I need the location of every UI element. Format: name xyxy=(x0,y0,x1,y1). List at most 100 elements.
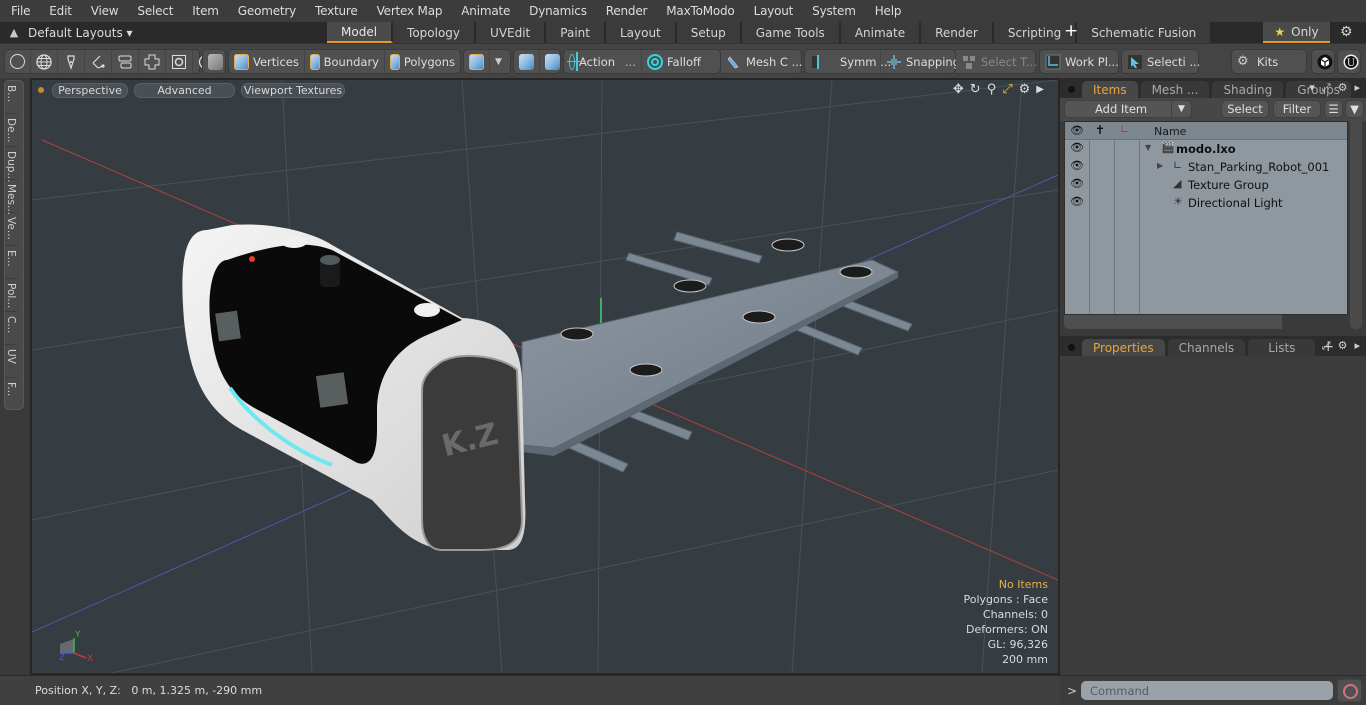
loop-select-button[interactable] xyxy=(166,50,193,73)
move-view-icon[interactable]: ✥ xyxy=(953,82,964,97)
menu-geometry[interactable]: Geometry xyxy=(227,4,304,18)
vertices-mode-button[interactable]: Vertices xyxy=(229,50,305,73)
menu-dynamics[interactable]: Dynamics xyxy=(518,4,595,18)
record-macro-button[interactable] xyxy=(1337,679,1362,702)
visibility-eye-icon[interactable]: 👁 xyxy=(1070,141,1084,154)
boundary-mode-button[interactable]: Boundary xyxy=(305,50,385,73)
pen-tool-button[interactable] xyxy=(58,50,85,73)
material-mode-button[interactable] xyxy=(464,50,490,73)
shading-mode-button[interactable]: Advanced xyxy=(134,82,235,98)
pivot-button[interactable] xyxy=(514,50,540,73)
side-tab[interactable]: Ve... xyxy=(5,213,17,246)
tab-paint[interactable]: Paint xyxy=(546,22,606,43)
kits-button[interactable]: ⚙ Kits xyxy=(1232,50,1283,73)
tab-setup[interactable]: Setup xyxy=(676,22,742,43)
center-button[interactable] xyxy=(540,50,565,73)
tab-schematic-fusion[interactable]: Schematic Fusion xyxy=(1077,22,1213,43)
selection-sets-button[interactable]: Selecti ... xyxy=(1122,50,1205,73)
scene-canvas[interactable]: K.Z Y X Z xyxy=(32,80,1058,673)
visibility-eye-icon[interactable]: 👁 xyxy=(1070,159,1084,172)
falloff-button[interactable]: Falloff xyxy=(642,50,720,73)
menu-edit[interactable]: Edit xyxy=(38,4,79,18)
item-mode-button[interactable] xyxy=(203,50,228,73)
tab-channels[interactable]: Channels xyxy=(1167,339,1246,356)
tab-shading[interactable]: Shading xyxy=(1212,81,1284,98)
side-tab[interactable]: C... xyxy=(5,312,17,345)
menu-item[interactable]: Item xyxy=(181,4,227,18)
tab-model[interactable]: Model xyxy=(327,22,394,43)
item-tree-hscroll[interactable] xyxy=(1064,315,1282,329)
menu-select[interactable]: Select xyxy=(126,4,181,18)
side-tab[interactable]: De... xyxy=(5,114,17,147)
tab-mesh-ops[interactable]: Mesh ... xyxy=(1140,81,1210,98)
viewport-more-icon[interactable]: ▶ xyxy=(1036,84,1044,97)
tab-animate[interactable]: Animate xyxy=(840,22,922,43)
only-toggle-button[interactable]: ★ Only xyxy=(1263,22,1330,43)
menu-help[interactable]: Help xyxy=(864,4,910,18)
side-tab[interactable]: UV xyxy=(5,345,17,378)
3d-viewport[interactable]: K.Z Y X Z Perspective Advanced Viewport … xyxy=(30,78,1060,675)
funnel-filter-button[interactable]: ▼ xyxy=(1345,100,1364,118)
side-tab[interactable]: B... xyxy=(5,81,17,114)
material-mode-dropdown[interactable]: ▼ xyxy=(490,50,507,73)
gear-icon[interactable]: ⚙ xyxy=(1340,24,1353,40)
menu-layout[interactable]: Layout xyxy=(743,4,802,18)
menu-vertex-map[interactable]: Vertex Map xyxy=(366,4,451,18)
side-tab[interactable]: Dup... xyxy=(5,147,17,182)
expand-arrow-icon[interactable]: ▼ xyxy=(1145,143,1151,152)
name-column-header[interactable]: Name xyxy=(1154,125,1186,138)
tree-item[interactable]: 👁 ▼ 🎬 modo.lxo xyxy=(1065,140,1347,158)
menu-render[interactable]: Render xyxy=(595,4,656,18)
unity-button[interactable] xyxy=(1312,50,1338,73)
menu-view[interactable]: View xyxy=(80,4,127,18)
side-tab[interactable]: Pol... xyxy=(5,279,17,312)
viewport-textures-button[interactable]: Viewport Textures xyxy=(241,82,345,98)
menu-texture[interactable]: Texture xyxy=(304,4,366,18)
command-input[interactable]: Command xyxy=(1081,681,1333,700)
select-circle-button[interactable] xyxy=(5,50,31,73)
lasso-tool-button[interactable] xyxy=(85,50,112,73)
select-sphere-button[interactable] xyxy=(31,50,58,73)
polygons-mode-button[interactable]: Polygons xyxy=(385,50,460,73)
panel-more-icon[interactable]: ▸ xyxy=(1354,81,1360,95)
menu-system[interactable]: System xyxy=(801,4,864,18)
visibility-eye-icon[interactable]: 👁 xyxy=(1070,177,1084,190)
properties-more-icon[interactable]: ▸ xyxy=(1354,339,1360,353)
filter-button[interactable]: Filter xyxy=(1273,100,1321,118)
visibility-column-icon[interactable]: 👁 xyxy=(1070,124,1084,137)
panel-maximize-icon[interactable]: ⤢ xyxy=(1322,81,1331,95)
list-options-button[interactable]: ☰ xyxy=(1324,100,1343,118)
side-tab[interactable]: Mes... xyxy=(5,180,17,215)
tree-item[interactable]: 👁 ▶ ∟ Stan_Parking_Robot_001 xyxy=(1065,158,1347,176)
symmetry-button[interactable]: Symm ... xyxy=(805,50,891,73)
tab-layout[interactable]: Layout xyxy=(605,22,677,43)
select-button[interactable]: Select xyxy=(1221,100,1269,118)
properties-gear-icon[interactable]: ⚙ xyxy=(1338,339,1348,353)
maximize-view-icon[interactable]: ⤢ xyxy=(1002,82,1012,97)
panel-dropdown-icon[interactable]: ▾ xyxy=(1309,81,1315,95)
collapse-arrow-icon[interactable]: ▶ xyxy=(1157,161,1163,170)
menu-file[interactable]: File xyxy=(0,4,38,18)
properties-maximize-icon[interactable]: ⤢ xyxy=(1322,339,1331,353)
viewport-gear-icon[interactable]: ⚙ xyxy=(1019,82,1031,97)
add-item-dropdown[interactable]: ▼ xyxy=(1171,100,1192,118)
add-layout-tab-button[interactable]: + xyxy=(1054,21,1088,41)
panel-options-dot[interactable] xyxy=(1068,86,1075,93)
unreal-button[interactable]: U xyxy=(1338,50,1364,73)
menu-maxtomodo[interactable]: MaxToModo xyxy=(655,4,742,18)
tab-items[interactable]: Items xyxy=(1082,81,1138,98)
rotate-view-icon[interactable]: ↻ xyxy=(970,82,981,97)
tree-item[interactable]: 👁 ◢ Texture Group xyxy=(1065,176,1347,194)
work-plane-button[interactable]: Work Pl... xyxy=(1040,50,1124,73)
align-button[interactable] xyxy=(112,50,139,73)
lock-column-icon[interactable]: ✝ xyxy=(1095,123,1105,137)
tab-lists[interactable]: Lists xyxy=(1248,339,1316,356)
action-center-button[interactable]: Action... xyxy=(564,50,642,73)
side-tab[interactable]: F... xyxy=(5,378,17,411)
tab-game-tools[interactable]: Game Tools xyxy=(741,22,841,43)
panel-gear-icon[interactable]: ⚙ xyxy=(1338,81,1348,95)
cross-select-button[interactable] xyxy=(139,50,166,73)
layout-collapse-icon[interactable]: ▲ xyxy=(0,26,28,39)
tab-uvedit[interactable]: UVEdit xyxy=(476,22,547,43)
tree-item[interactable]: 👁 ☀ Directional Light xyxy=(1065,194,1347,212)
